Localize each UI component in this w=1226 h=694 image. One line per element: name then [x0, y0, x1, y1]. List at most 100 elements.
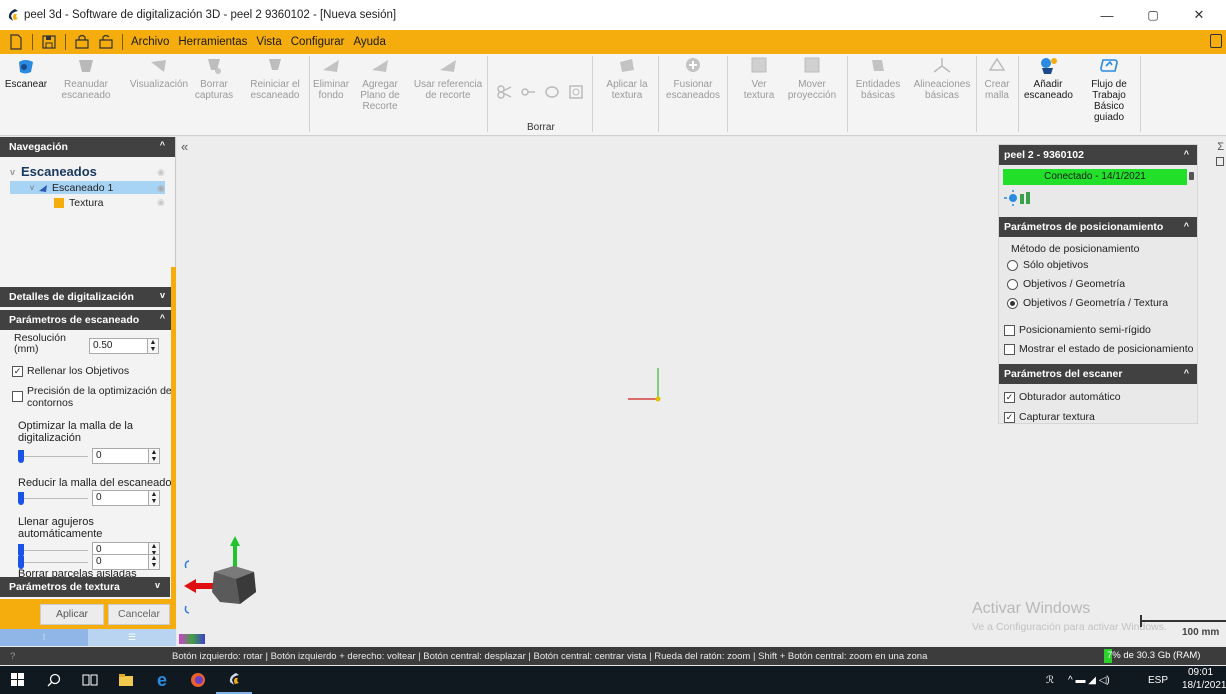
positioning-header[interactable]: Parámetros de posicionamiento ^	[999, 217, 1197, 237]
capture-texture-checkbox[interactable]: ✓ Capturar textura	[1004, 411, 1095, 423]
language-indicator[interactable]: ESP	[1148, 675, 1168, 686]
restart-scan-label: Reiniciar el escaneado	[250, 79, 300, 101]
merge-scans-label: Fusionar escaneados	[666, 79, 720, 101]
menu-archivo[interactable]: Archivo	[131, 36, 169, 48]
tree-root-escaneados[interactable]: v Escaneados	[10, 164, 97, 179]
reduce-mesh-label: Reducir la malla del escaneado	[18, 477, 172, 489]
visualization-button[interactable]: Visualización	[128, 56, 190, 90]
resolution-input[interactable]: 0.50 ▲ ▼	[89, 338, 159, 354]
clear-captures-button[interactable]: Borrar capturas	[192, 56, 236, 101]
remove-isolated-input[interactable]: 0 ▲ ▼	[92, 554, 160, 570]
menu-configurar[interactable]: Configurar	[291, 36, 345, 48]
clip-reference-button[interactable]: Usar referencia de recorte	[412, 56, 484, 101]
new-file-icon[interactable]	[8, 34, 24, 50]
apply-texture-label: Aplicar la textura	[606, 79, 648, 101]
spinner-icon[interactable]: ▲▼	[148, 555, 159, 569]
comment-icon[interactable]	[1210, 34, 1222, 48]
apply-button[interactable]: Aplicar	[40, 604, 104, 625]
clock-date[interactable]: 18/1/2021	[1182, 680, 1226, 691]
remove-background-button[interactable]: Eliminar fondo	[311, 56, 351, 101]
chevron-down-icon: v	[159, 290, 165, 300]
spinner-icon[interactable]: ▲▼	[148, 449, 159, 463]
resume-scan-button[interactable]: Reanudar escaneado	[52, 56, 120, 101]
sum-icon[interactable]: Σ	[1217, 141, 1224, 153]
guided-workflow-button[interactable]: Flujo de Trabajo Básico guiado	[1084, 56, 1134, 123]
auto-shutter-checkbox[interactable]: ✓ Obturador automático	[1004, 391, 1121, 403]
erase-selection-icon[interactable]	[496, 84, 512, 100]
eye-icon[interactable]: ◉	[157, 183, 165, 194]
reduce-slider-track[interactable]	[24, 498, 88, 499]
tree-item-texture[interactable]: Textura	[54, 197, 103, 209]
erase-all-icon[interactable]	[568, 84, 584, 100]
erase-point-icon[interactable]	[520, 84, 536, 100]
scan-button[interactable]: Escanear	[4, 56, 48, 90]
add-scan-button[interactable]: Añadir escaneado	[1024, 56, 1073, 101]
remove-isolated-slider-track[interactable]	[24, 562, 88, 563]
system-tray-icons[interactable]: ^ ▬ ◢ ◁)	[1068, 675, 1110, 686]
ribbon-toolbar: Escanear Reanudar escaneado Visualizació…	[0, 54, 1226, 136]
scanner-device-icon[interactable]	[1003, 190, 1033, 206]
save-icon[interactable]	[41, 34, 57, 50]
eye-icon[interactable]: ◉	[157, 167, 165, 178]
option-targets-geometry[interactable]: Objetivos / Geometría	[1007, 278, 1125, 290]
panel-scrollbar[interactable]	[171, 267, 176, 607]
clock-time[interactable]: 09:01	[1188, 667, 1213, 678]
show-state-checkbox[interactable]: Mostrar el estado de posicionamiento	[1004, 343, 1194, 355]
radio-selected-icon	[1007, 297, 1018, 309]
reduce-mesh-input[interactable]: 0 ▲ ▼	[92, 490, 160, 506]
menu-herramientas[interactable]: Herramientas	[178, 36, 247, 48]
collapse-left-icon[interactable]: «	[181, 139, 188, 154]
spinner-icon[interactable]: ▲▼	[148, 491, 159, 505]
close-session-icon[interactable]	[98, 34, 114, 50]
move-projection-button[interactable]: Mover proyección	[786, 56, 838, 101]
basic-entities-button[interactable]: Entidades básicas	[854, 56, 902, 101]
erase-lasso-icon[interactable]	[544, 84, 560, 100]
minimize-button[interactable]: —	[1084, 0, 1130, 30]
open-session-icon[interactable]	[74, 34, 90, 50]
option-targets-only[interactable]: Sólo objetivos	[1007, 259, 1088, 271]
list-view-icon[interactable]: ☰	[88, 629, 176, 646]
search-icon[interactable]	[36, 666, 72, 694]
firefox-icon[interactable]	[180, 666, 216, 694]
merge-scans-button[interactable]: Fusionar escaneados	[664, 56, 722, 101]
device-header[interactable]: peel 2 - 9360102 ^	[999, 145, 1197, 165]
contour-precision-checkbox[interactable]: Precisión de la optimización de contorno…	[12, 385, 172, 409]
spinner-icon[interactable]: ▲▼	[147, 339, 158, 353]
basic-alignments-button[interactable]: Alineaciones básicas	[910, 56, 974, 101]
erase-group-label: Borrar	[527, 122, 555, 133]
view-texture-button[interactable]: Ver textura	[740, 56, 778, 101]
task-view-icon[interactable]	[72, 666, 108, 694]
panel-toggle-icon[interactable]	[1216, 157, 1224, 166]
close-button[interactable]: ✕	[1176, 0, 1222, 30]
peel-3d-taskbar-icon[interactable]	[216, 666, 252, 694]
create-mesh-button[interactable]: Crear malla	[980, 56, 1014, 101]
menu-vista[interactable]: Vista	[256, 36, 281, 48]
option-targets-geometry-texture[interactable]: Objetivos / Geometría / Textura	[1007, 297, 1168, 309]
fill-targets-checkbox[interactable]: ✓ Rellenar los Objetivos	[12, 365, 129, 377]
orientation-cube-icon[interactable]	[178, 534, 268, 634]
remove-background-icon	[320, 56, 342, 76]
eye-icon[interactable]: ◉	[157, 197, 165, 208]
edge-browser-icon[interactable]: e	[144, 666, 180, 694]
tree-view-icon[interactable]: ⁝	[0, 629, 88, 646]
scanner-params-header[interactable]: Parámetros del escaner ^	[999, 364, 1197, 384]
texture-params-header[interactable]: Parámetros de textura v	[0, 577, 170, 597]
optimize-mesh-input[interactable]: 0 ▲ ▼	[92, 448, 160, 464]
semi-rigid-checkbox[interactable]: Posicionamiento semi-rígido	[1004, 324, 1151, 336]
fill-holes-slider-track[interactable]	[24, 550, 88, 551]
cancel-button[interactable]: Cancelar	[108, 604, 170, 625]
scan-params-header[interactable]: Parámetros de escaneado ^	[0, 310, 175, 330]
help-icon[interactable]: ?	[10, 651, 15, 662]
navigation-header[interactable]: Navegación ^	[0, 137, 175, 157]
apply-texture-button[interactable]: Aplicar la textura	[600, 56, 654, 101]
windows-start-icon[interactable]	[0, 666, 36, 694]
people-icon[interactable]: ℛ	[1046, 675, 1054, 686]
maximize-button[interactable]: ▢	[1130, 0, 1176, 30]
add-clipping-plane-button[interactable]: Agregar Plano de Recorte	[354, 56, 406, 112]
optimize-slider-track[interactable]	[24, 456, 88, 457]
menu-ayuda[interactable]: Ayuda	[353, 36, 385, 48]
tree-item-scan-1[interactable]: v Escaneado 1	[10, 181, 165, 194]
scan-details-header[interactable]: Detalles de digitalización v	[0, 287, 175, 307]
restart-scan-button[interactable]: Reiniciar el escaneado	[246, 56, 304, 101]
file-explorer-icon[interactable]	[108, 666, 144, 694]
